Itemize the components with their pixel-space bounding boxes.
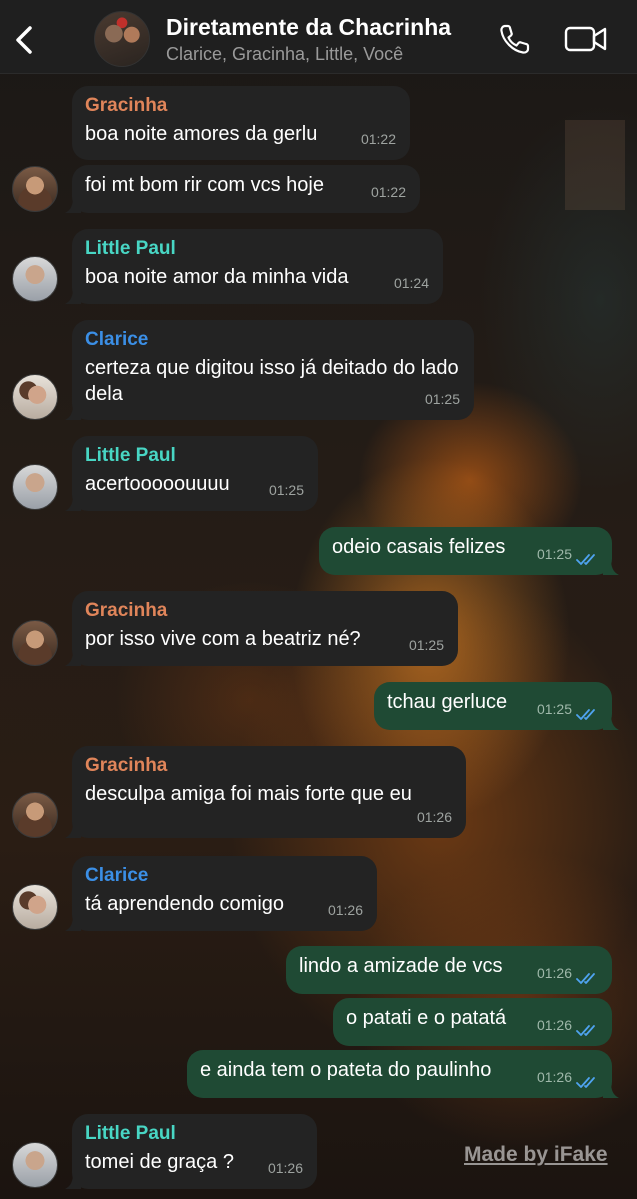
message-bubble-incoming[interactable]: Gracinha por isso vive com a beatriz né?… — [65, 591, 458, 666]
message-bubble-outgoing[interactable]: odeio casais felizes 01:25 — [319, 527, 619, 575]
video-call-button[interactable] — [562, 22, 610, 56]
message-text: e ainda tem o pateta do paulinho — [200, 1059, 492, 1081]
message-text: acertooooouuuu — [85, 473, 230, 495]
read-receipt-icon — [576, 554, 595, 565]
message-text: foi mt bom rir com vcs hoje — [85, 174, 324, 196]
message-time: 01:22 — [370, 184, 406, 200]
message-time: 01:26 — [267, 1160, 303, 1176]
message-time: 01:25 — [536, 701, 572, 717]
message-time: 01:26 — [536, 1069, 572, 1085]
avatar-clarice[interactable] — [12, 884, 58, 930]
bubble-tail — [65, 822, 81, 838]
phone-icon — [500, 24, 530, 54]
sender-name: Gracinha — [85, 95, 168, 116]
sender-name: Clarice — [85, 865, 149, 886]
sender-name: Clarice — [85, 329, 149, 350]
message-text: odeio casais felizes — [332, 536, 506, 558]
bubble-tail — [65, 288, 81, 304]
message-time: 01:22 — [360, 131, 396, 147]
sender-name: Gracinha — [85, 600, 168, 621]
message-text: certeza que digitou isso já deitado do l… — [85, 357, 459, 405]
bubble-tail — [603, 559, 619, 575]
bubble-tail — [65, 650, 81, 666]
sender-name: Gracinha — [85, 755, 168, 776]
message-bubble-outgoing[interactable]: lindo a amizade de vcs 01:26 — [286, 946, 612, 994]
bubble-tail — [65, 197, 81, 213]
chat-title[interactable]: Diretamente da Chacrinha — [166, 14, 451, 41]
message-bubble-incoming[interactable]: Little Paul acertooooouuuu 01:25 — [65, 436, 318, 511]
message-text: boa noite amores da gerlu — [85, 123, 318, 145]
bubble-tail — [65, 404, 81, 420]
message-text: lindo a amizade de vcs — [299, 955, 503, 977]
message-text: o patati e o patatá — [346, 1007, 507, 1029]
message-time: 01:25 — [536, 546, 572, 562]
avatar-clarice[interactable] — [12, 374, 58, 420]
message-bubble-incoming[interactable]: Clarice certeza que digitou isso já deit… — [65, 320, 474, 420]
message-bubble-incoming[interactable]: Little Paul tomei de graça ? 01:26 — [65, 1114, 317, 1189]
message-bubble-outgoing[interactable]: e ainda tem o pateta do paulinho 01:26 — [187, 1050, 619, 1098]
read-receipt-icon — [576, 973, 595, 984]
message-bubble-incoming[interactable]: Gracinha boa noite amores da gerlu 01:22 — [72, 86, 410, 160]
sender-name: Little Paul — [85, 445, 176, 466]
message-bubble-incoming[interactable]: Clarice tá aprendendo comigo 01:26 — [65, 856, 377, 931]
read-receipt-icon — [576, 1025, 595, 1036]
message-text: tá aprendendo comigo — [85, 893, 285, 915]
read-receipt-icon — [576, 1077, 595, 1088]
bubble-tail — [65, 1173, 81, 1189]
back-button[interactable] — [10, 20, 40, 60]
chat-members[interactable]: Clarice, Gracinha, Little, Você — [166, 44, 403, 65]
message-time: 01:26 — [416, 809, 452, 825]
sender-name: Little Paul — [85, 1123, 176, 1144]
avatar-little-paul[interactable] — [12, 1142, 58, 1188]
message-time: 01:26 — [536, 1017, 572, 1033]
message-time: 01:24 — [393, 275, 429, 291]
message-time: 01:25 — [268, 482, 304, 498]
bubble-tail — [65, 495, 81, 511]
bubble-tail — [65, 915, 81, 931]
message-text: desculpa amiga foi mais forte que eu — [85, 783, 412, 805]
message-bubble-incoming[interactable]: Gracinha desculpa amiga foi mais forte q… — [65, 746, 466, 838]
sender-name: Little Paul — [85, 238, 176, 259]
watermark: Made by iFake — [464, 1143, 608, 1166]
message-bubble-incoming[interactable]: foi mt bom rir com vcs hoje 01:22 — [65, 165, 420, 213]
message-text: boa noite amor da minha vida — [85, 266, 349, 288]
avatar-gracinha[interactable] — [12, 166, 58, 212]
message-text: tchau gerluce — [387, 691, 508, 713]
chat-header: Diretamente da Chacrinha Clarice, Gracin… — [0, 0, 637, 74]
message-text: por isso vive com a beatriz né? — [85, 628, 361, 650]
message-time: 01:25 — [408, 637, 444, 653]
message-time: 01:25 — [424, 391, 460, 407]
message-bubble-outgoing[interactable]: tchau gerluce 01:25 — [374, 682, 619, 730]
avatar-gracinha[interactable] — [12, 620, 58, 666]
avatar-little-paul[interactable] — [12, 256, 58, 302]
message-text: tomei de graça ? — [85, 1151, 234, 1173]
message-bubble-incoming[interactable]: Little Paul boa noite amor da minha vida… — [65, 229, 443, 304]
chevron-left-icon — [16, 26, 32, 54]
video-camera-icon — [564, 26, 607, 52]
voice-call-button[interactable] — [496, 20, 534, 58]
message-bubble-outgoing[interactable]: o patati e o patatá 01:26 — [333, 998, 612, 1046]
bubble-tail — [603, 714, 619, 730]
avatar-little-paul[interactable] — [12, 464, 58, 510]
message-time: 01:26 — [327, 902, 363, 918]
read-receipt-icon — [576, 709, 595, 720]
avatar-gracinha[interactable] — [12, 792, 58, 838]
group-avatar[interactable] — [94, 11, 150, 67]
message-time: 01:26 — [536, 965, 572, 981]
bubble-tail — [603, 1082, 619, 1098]
